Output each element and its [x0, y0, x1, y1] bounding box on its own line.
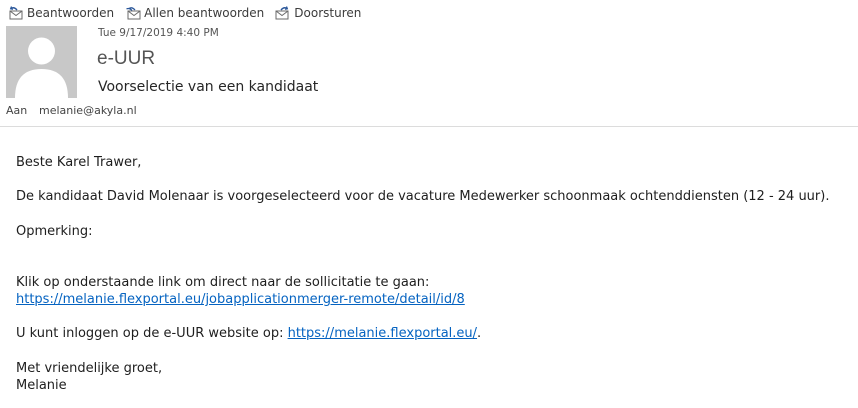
- forward-label: Doorsturen: [294, 6, 362, 20]
- reply-button[interactable]: Beantwoorden: [8, 6, 114, 20]
- remark-label: Opmerking:: [16, 224, 93, 239]
- reply-all-label: Allen beantwoorden: [144, 6, 265, 20]
- login-paragraph: U kunt inloggen op de e-UUR website op: …: [16, 326, 481, 341]
- forward-button[interactable]: Doorsturen: [275, 6, 361, 20]
- reply-icon: [9, 6, 23, 20]
- signature-text: Melanie: [16, 378, 67, 393]
- application-link[interactable]: https://melanie.flexportal.eu/jobapplica…: [16, 292, 465, 307]
- person-icon: [15, 37, 68, 98]
- to-label: Aan: [6, 104, 28, 117]
- sender-name[interactable]: e-UUR: [97, 48, 155, 70]
- message-toolbar: Beantwoorden Allen beantwoorden Doorstur…: [8, 4, 372, 22]
- sender-avatar: [6, 26, 77, 98]
- greeting-text: Beste Karel Trawer,: [16, 155, 142, 170]
- link-intro-text: Klik op onderstaande link om direct naar…: [16, 275, 430, 290]
- message-subject: Voorselectie van een kandidaat: [98, 79, 319, 95]
- forward-icon: [275, 6, 289, 20]
- candidate-paragraph: De kandidaat David Molenaar is voorgesel…: [16, 189, 830, 204]
- reply-all-icon: [126, 7, 141, 20]
- header-divider: [0, 126, 858, 127]
- login-text: U kunt inloggen op de e-UUR website op:: [16, 326, 288, 341]
- website-link[interactable]: https://melanie.flexportal.eu/: [288, 326, 477, 341]
- reply-label: Beantwoorden: [27, 6, 115, 20]
- login-period: .: [477, 326, 482, 341]
- reply-all-button[interactable]: Allen beantwoorden: [125, 6, 264, 20]
- recipient-address[interactable]: melanie@akyla.nl: [39, 104, 137, 117]
- sent-datetime: Tue 9/17/2019 4:40 PM: [98, 27, 219, 39]
- closing-text: Met vriendelijke groet,: [16, 361, 163, 376]
- recipient-row: Aan melanie@akyla.nl: [6, 104, 137, 117]
